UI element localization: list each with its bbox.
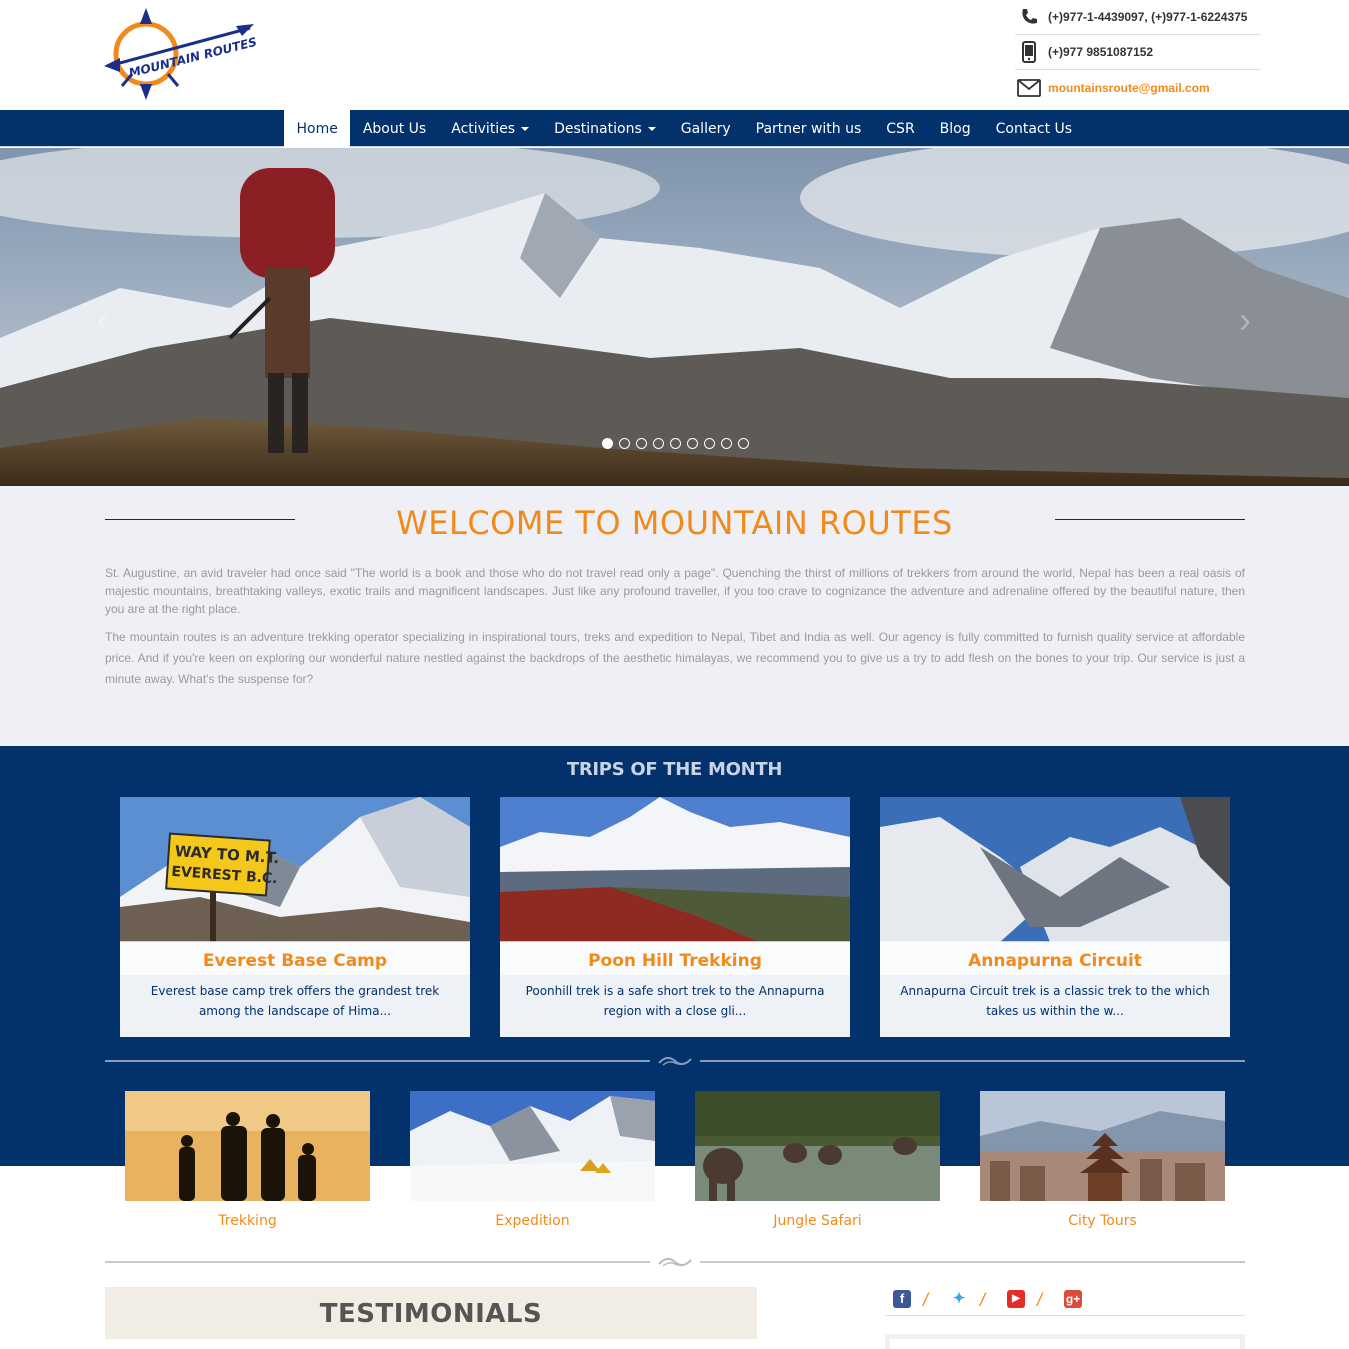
social-widget-box xyxy=(885,1334,1245,1349)
slider-dot[interactable] xyxy=(721,438,732,449)
google-plus-icon[interactable]: g+ xyxy=(1064,1290,1083,1308)
slider-indicators xyxy=(602,438,749,449)
contact-email[interactable]: mountainsroute@gmail.com xyxy=(1015,70,1260,105)
nav-label: Gallery xyxy=(680,120,731,137)
trip-card-everest[interactable]: WAY TO M.T. EVEREST B.C. Everest Base Ca… xyxy=(120,797,470,1037)
section-divider xyxy=(105,1255,1245,1269)
slider-dot[interactable] xyxy=(653,438,664,449)
welcome-title: WELCOME TO MOUNTAIN ROUTES xyxy=(396,504,953,542)
trip-title[interactable]: Annapurna Circuit xyxy=(880,941,1230,975)
nav-item-destinations[interactable]: Destinations xyxy=(542,110,669,147)
trip-card-annapurna[interactable]: Annapurna Circuit Annapurna Circuit trek… xyxy=(880,797,1230,1037)
trip-description: Everest base camp trek offers the grande… xyxy=(150,984,440,1018)
site-header: MOUNTAIN ROUTES (+)977-1-4439097, (+)977… xyxy=(0,0,1349,110)
nav-label: Blog xyxy=(939,120,971,137)
nav-item-partner[interactable]: Partner with us xyxy=(743,110,874,147)
site-logo[interactable]: MOUNTAIN ROUTES xyxy=(102,6,258,102)
trip-title[interactable]: Poon Hill Trekking xyxy=(500,941,850,975)
nav-item-blog[interactable]: Blog xyxy=(927,110,983,147)
nav-label: Activities xyxy=(451,120,516,137)
nav-item-csr[interactable]: CSR xyxy=(874,110,927,147)
category-expedition[interactable]: Expedition xyxy=(410,1091,655,1229)
nav-item-gallery[interactable]: Gallery xyxy=(668,110,743,147)
nav-label: About Us xyxy=(362,120,427,137)
trips-heading: TRIPS OF THE MONTH xyxy=(566,759,783,780)
welcome-paragraph-1: St. Augustine, an avid traveler had once… xyxy=(105,566,1245,616)
envelope-icon xyxy=(1015,78,1043,97)
trip-image xyxy=(500,797,850,942)
logo-text: MOUNTAIN ROUTES xyxy=(127,35,258,80)
category-image xyxy=(125,1091,370,1201)
trip-image: WAY TO M.T. EVEREST B.C. xyxy=(120,797,470,942)
slider-dot[interactable] xyxy=(704,438,715,449)
nav-label: Destinations xyxy=(554,120,642,137)
slider-dot[interactable] xyxy=(602,438,613,449)
category-label[interactable]: Jungle Safari xyxy=(695,1213,940,1229)
nav-label: Home xyxy=(296,120,338,137)
hero-image xyxy=(0,148,1349,486)
facebook-icon[interactable]: f xyxy=(893,1290,911,1308)
email-link[interactable]: mountainsroute@gmail.com xyxy=(1048,81,1210,95)
youtube-icon[interactable]: ▶ xyxy=(1007,1290,1026,1308)
social-links: f / ✦ / ▶ / g+ xyxy=(885,1290,1245,1316)
category-trekking[interactable]: Trekking xyxy=(125,1091,370,1229)
category-image xyxy=(695,1091,940,1201)
phone-text: (+)977-1-4439097, (+)977-1-6224375 xyxy=(1048,10,1248,24)
nav-label: CSR xyxy=(886,120,915,137)
nav-item-contact-us[interactable]: Contact Us xyxy=(983,110,1084,147)
separator: / xyxy=(923,1290,929,1310)
hero-slider: ‹ › xyxy=(0,148,1349,486)
phone-icon xyxy=(1015,8,1043,26)
nav-label: Partner with us xyxy=(755,120,862,137)
slider-next-button[interactable]: › xyxy=(1230,300,1260,340)
contact-phone: (+)977-1-4439097, (+)977-1-6224375 xyxy=(1015,0,1260,35)
caret-down-icon xyxy=(647,126,656,131)
category-label[interactable]: Trekking xyxy=(125,1213,370,1229)
mobile-icon xyxy=(1015,41,1043,63)
slider-prev-button[interactable]: ‹ xyxy=(88,300,118,340)
nav-item-about-us[interactable]: About Us xyxy=(350,110,438,147)
separator: / xyxy=(1037,1290,1043,1310)
category-city-tours[interactable]: City Tours xyxy=(980,1091,1225,1229)
slider-dot[interactable] xyxy=(619,438,630,449)
category-image xyxy=(980,1091,1225,1201)
category-image xyxy=(410,1091,655,1201)
slider-dot[interactable] xyxy=(687,438,698,449)
ornament-icon xyxy=(658,1057,692,1066)
contact-mobile: (+)977 9851087152 xyxy=(1015,35,1260,70)
caret-down-icon xyxy=(521,126,530,131)
nav-item-activities[interactable]: Activities xyxy=(439,110,542,147)
nav-label: Contact Us xyxy=(995,120,1073,137)
slider-dot[interactable] xyxy=(738,438,749,449)
slider-dot[interactable] xyxy=(670,438,681,449)
category-label[interactable]: City Tours xyxy=(980,1213,1225,1229)
twitter-icon[interactable]: ✦ xyxy=(950,1290,968,1308)
ornament-icon xyxy=(658,1258,692,1267)
trip-description: Annapurna Circuit trek is a classic trek… xyxy=(900,984,1210,1018)
trip-image xyxy=(880,797,1230,942)
category-jungle-safari[interactable]: Jungle Safari xyxy=(695,1091,940,1229)
contact-info: (+)977-1-4439097, (+)977-1-6224375 (+)97… xyxy=(1015,0,1260,105)
welcome-paragraph-2: The mountain routes is an adventure trek… xyxy=(105,630,1245,686)
nav-item-home[interactable]: Home xyxy=(284,110,351,147)
main-nav: Home About Us Activities Destinations Ga… xyxy=(0,110,1349,147)
category-label[interactable]: Expedition xyxy=(410,1213,655,1229)
mobile-text: (+)977 9851087152 xyxy=(1048,45,1154,59)
trip-card-poon-hill[interactable]: Poon Hill Trekking Poonhill trek is a sa… xyxy=(500,797,850,1037)
testimonials-heading: TESTIMONIALS xyxy=(105,1287,757,1339)
separator: / xyxy=(980,1290,986,1310)
section-divider xyxy=(105,1054,1245,1068)
welcome-section: WELCOME TO MOUNTAIN ROUTES St. Augustine… xyxy=(0,486,1349,746)
trip-description: Poonhill trek is a safe short trek to th… xyxy=(525,984,825,1018)
trip-title[interactable]: Everest Base Camp xyxy=(120,941,470,975)
slider-dot[interactable] xyxy=(636,438,647,449)
